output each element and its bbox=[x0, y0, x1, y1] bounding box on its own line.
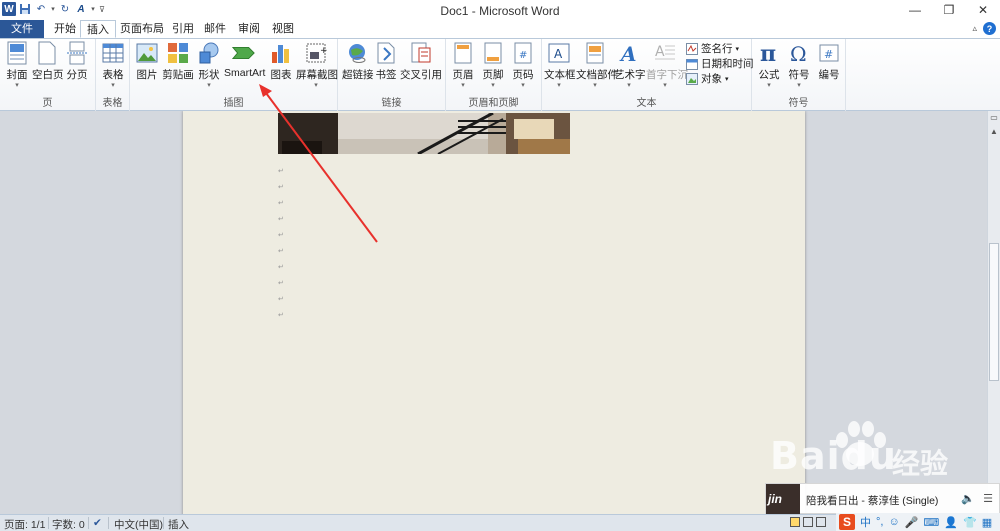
emoji-icon[interactable]: ☺ bbox=[888, 516, 899, 528]
skin-icon[interactable]: 👕 bbox=[963, 516, 977, 529]
baidu-watermark: Baidu 经验 bbox=[742, 420, 982, 490]
volume-icon[interactable]: 🔈 bbox=[961, 492, 975, 505]
playlist-icon[interactable]: ☰ bbox=[983, 492, 993, 505]
insert-mode[interactable]: 插入 bbox=[168, 517, 189, 531]
microphone-icon[interactable]: 🎤 bbox=[905, 516, 919, 529]
music-player-popup[interactable]: jin 陪我看日出 - 蔡淳佳 (Single) 🔈 ☰ bbox=[765, 483, 1000, 515]
sogou-logo-icon[interactable]: S bbox=[839, 514, 855, 530]
watermark-brand: Baidu bbox=[770, 434, 897, 478]
ime-toolbar[interactable]: S 中 °, ☺ 🎤 ⌨ 👤 👕 ▦ bbox=[836, 513, 1000, 531]
reading-view-icon[interactable] bbox=[803, 517, 813, 527]
scroll-thumb[interactable] bbox=[989, 243, 999, 381]
toolbox-icon[interactable]: ▦ bbox=[982, 516, 992, 529]
view-buttons bbox=[790, 517, 826, 527]
proofing-icon[interactable]: ✔ bbox=[93, 517, 102, 529]
ime-language[interactable]: 中 bbox=[860, 514, 871, 530]
web-layout-view-icon[interactable] bbox=[816, 517, 826, 527]
print-layout-view-icon[interactable] bbox=[790, 517, 800, 527]
scroll-up-icon[interactable]: ▲ bbox=[988, 127, 1000, 139]
ruler-toggle-icon[interactable]: ▭ bbox=[988, 113, 1000, 125]
language-indicator[interactable]: 中文(中国) bbox=[114, 517, 163, 531]
punctuation-icon[interactable]: °, bbox=[876, 516, 883, 528]
keyboard-icon[interactable]: ⌨ bbox=[923, 516, 939, 529]
user-icon[interactable]: 👤 bbox=[944, 516, 958, 529]
vertical-scrollbar[interactable]: ▭ ▲ bbox=[987, 111, 1000, 514]
song-title: 陪我看日出 - 蔡淳佳 (Single) bbox=[806, 495, 939, 507]
word-count[interactable]: 字数: 0 bbox=[52, 517, 85, 531]
watermark-sub: 经验 bbox=[892, 447, 949, 480]
album-art: jin bbox=[766, 484, 800, 515]
player-controls: 🔈 ☰ bbox=[961, 492, 993, 505]
page-count[interactable]: 页面: 1/1 bbox=[4, 517, 45, 531]
